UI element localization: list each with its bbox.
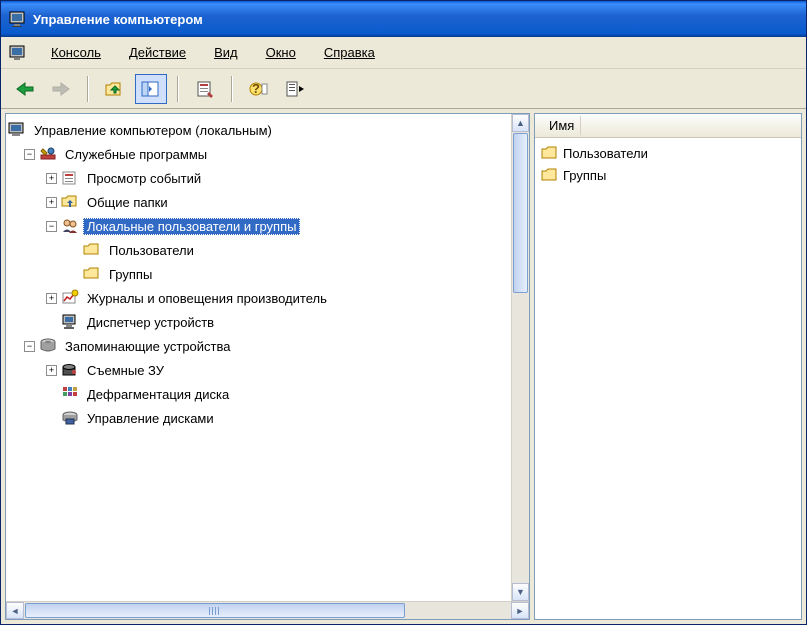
tree-perf-logs[interactable]: + Журналы и оповещения производитель — [8, 286, 509, 310]
toolbar: ? — [1, 69, 806, 109]
folder-icon — [541, 145, 559, 161]
folder-up-icon — [105, 80, 125, 98]
tree-removable[interactable]: + Съемные ЗУ — [8, 358, 509, 382]
expand-icon[interactable]: + — [46, 293, 57, 304]
help-button[interactable]: ? — [243, 74, 275, 104]
menu-action[interactable]: Действие — [115, 41, 200, 64]
scroll-up-button[interactable]: ▲ — [512, 114, 529, 132]
tree-device-mgr[interactable]: Диспетчер устройств — [8, 310, 509, 334]
tree-label: Управление дисками — [83, 410, 218, 427]
tools-icon — [39, 145, 57, 163]
list-arrow-icon — [285, 80, 305, 98]
computer-icon — [8, 121, 26, 139]
tree-users[interactable]: Пользователи — [8, 238, 509, 262]
svg-text:?: ? — [252, 81, 260, 96]
list-item-label: Пользователи — [563, 146, 648, 161]
tree-label: Управление компьютером (локальным) — [30, 122, 276, 139]
tree-storage[interactable]: − Запоминающие устройства — [8, 334, 509, 358]
mmc-window: Управление компьютером Консоль Действие … — [0, 0, 807, 625]
properties-button[interactable] — [189, 74, 221, 104]
list-pane: Имя Пользователи Группы — [534, 113, 802, 620]
tree-label: Дефрагментация диска — [83, 386, 233, 403]
tree-label: Просмотр событий — [83, 170, 205, 187]
menu-window[interactable]: Окно — [252, 41, 310, 64]
expand-icon[interactable]: + — [46, 365, 57, 376]
tree-label: Диспетчер устройств — [83, 314, 218, 331]
tree-root[interactable]: Управление компьютером (локальным) — [8, 118, 509, 142]
users-groups-icon — [61, 217, 79, 235]
tree-shared-folders[interactable]: + Общие папки — [8, 190, 509, 214]
menu-help[interactable]: Справка — [310, 41, 389, 64]
show-hide-tree-button[interactable] — [135, 74, 167, 104]
toolbar-separator — [231, 76, 233, 102]
title-bar[interactable]: Управление компьютером — [1, 1, 806, 37]
help-icon: ? — [249, 80, 269, 98]
list-item[interactable]: Пользователи — [541, 142, 795, 164]
scroll-down-button[interactable]: ▼ — [512, 583, 529, 601]
tree-label: Группы — [105, 266, 156, 283]
list-item[interactable]: Группы — [541, 164, 795, 186]
forward-button[interactable] — [45, 74, 77, 104]
expand-icon[interactable]: + — [46, 173, 57, 184]
tree-label: Съемные ЗУ — [83, 362, 168, 379]
collapse-icon[interactable]: − — [24, 341, 35, 352]
tree-pane: Управление компьютером (локальным) − Слу… — [5, 113, 530, 620]
list-item-label: Группы — [563, 168, 606, 183]
scroll-track[interactable] — [512, 294, 529, 583]
window-title: Управление компьютером — [33, 12, 203, 27]
export-list-button[interactable] — [279, 74, 311, 104]
scroll-thumb[interactable] — [513, 133, 528, 293]
column-name[interactable]: Имя — [543, 116, 581, 135]
computer-management-icon — [9, 10, 27, 28]
scroll-track[interactable] — [406, 602, 511, 619]
expand-icon[interactable]: + — [46, 197, 57, 208]
toolbar-separator — [177, 76, 179, 102]
scroll-thumb[interactable] — [25, 603, 405, 618]
vertical-scrollbar[interactable]: ▲ ▼ — [511, 114, 529, 601]
menu-console[interactable]: Консоль — [37, 41, 115, 64]
collapse-icon[interactable]: − — [46, 221, 57, 232]
menu-view[interactable]: Вид — [200, 41, 252, 64]
horizontal-scrollbar[interactable]: ◄ ► — [6, 601, 529, 619]
tree-groups[interactable]: Группы — [8, 262, 509, 286]
tree-label: Общие папки — [83, 194, 172, 211]
menu-bar: Консоль Действие Вид Окно Справка — [1, 37, 806, 69]
collapse-icon[interactable]: − — [24, 149, 35, 160]
tree-defrag[interactable]: Дефрагментация диска — [8, 382, 509, 406]
properties-icon — [195, 80, 215, 98]
storage-icon — [39, 337, 57, 355]
tree-label: Служебные программы — [61, 146, 211, 163]
device-manager-icon — [61, 313, 79, 331]
folder-icon — [83, 265, 101, 283]
perf-logs-icon — [61, 289, 79, 307]
tree-event-viewer[interactable]: + Просмотр событий — [8, 166, 509, 190]
tree-label: Пользователи — [105, 242, 198, 259]
tree-label: Запоминающие устройства — [61, 338, 234, 355]
workspace: Управление компьютером (локальным) − Слу… — [1, 109, 806, 624]
tree-label: Журналы и оповещения производитель — [83, 290, 331, 307]
up-button[interactable] — [99, 74, 131, 104]
arrow-left-icon — [15, 81, 35, 97]
shared-folder-icon — [61, 193, 79, 211]
tree-disk-mgmt[interactable]: Управление дисками — [8, 406, 509, 430]
tree-system-tools[interactable]: − Служебные программы — [8, 142, 509, 166]
tree-label-selected: Локальные пользователи и группы — [83, 218, 300, 235]
arrow-right-icon — [51, 81, 71, 97]
tree-local-users-groups[interactable]: − Локальные пользователи и группы — [8, 214, 509, 238]
event-viewer-icon — [61, 169, 79, 187]
scroll-right-button[interactable]: ► — [511, 602, 529, 619]
defrag-icon — [61, 385, 79, 403]
folder-icon — [83, 241, 101, 259]
column-header[interactable]: Имя — [535, 114, 801, 138]
toolbar-separator — [87, 76, 89, 102]
scroll-left-button[interactable]: ◄ — [6, 602, 24, 619]
mmc-app-icon — [9, 44, 27, 62]
disk-mgmt-icon — [61, 409, 79, 427]
back-button[interactable] — [9, 74, 41, 104]
removable-storage-icon — [61, 361, 79, 379]
folder-icon — [541, 167, 559, 183]
tree-view[interactable]: Управление компьютером (локальным) − Слу… — [6, 114, 511, 434]
list-view[interactable]: Пользователи Группы — [535, 138, 801, 619]
tree-pane-icon — [141, 80, 161, 98]
